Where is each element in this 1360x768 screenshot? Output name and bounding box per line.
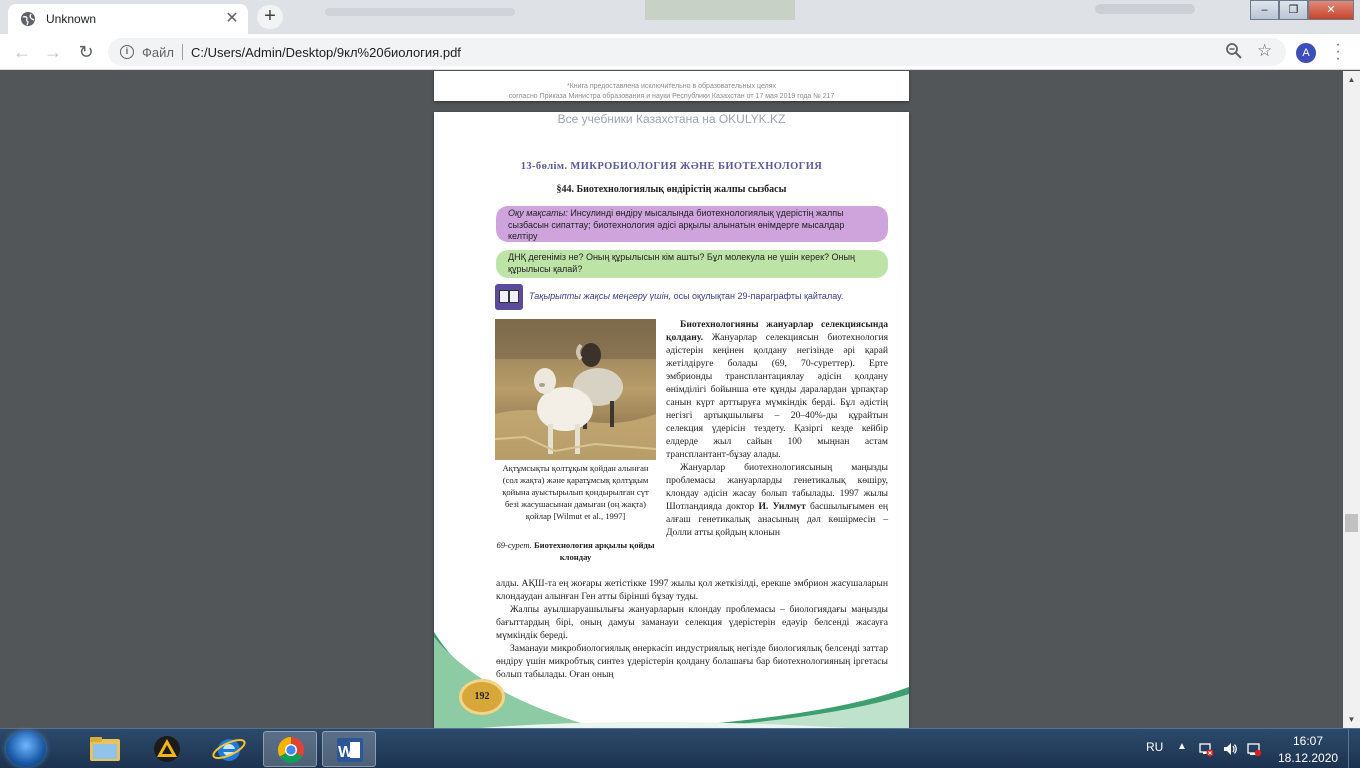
body-text-column: Биотехнологияны жануарлар селекциясында … xyxy=(666,318,888,539)
address-scheme: Файл xyxy=(142,44,174,60)
address-bar[interactable]: i Файл C:/Users/Admin/Desktop/9кл%20биол… xyxy=(108,38,1286,66)
tip-italic: Тақырыпты жақсы меңгеру үшін, xyxy=(529,291,672,301)
scroll-thumb[interactable] xyxy=(1345,514,1358,532)
taskbar-ie[interactable] xyxy=(202,731,256,767)
svg-text:W: W xyxy=(338,744,354,761)
section-title: 13-бөлім. МИКРОБИОЛОГИЯ ЖӘНЕ БИОТЕХНОЛОГ… xyxy=(520,161,823,172)
photo-caption: Ақтұмсықты қолтұқым қойдан алынған (сол … xyxy=(502,463,649,521)
folder-icon xyxy=(90,737,120,761)
previous-page: *Книга предоставлена исключительно в обр… xyxy=(434,71,909,101)
review-tip: Тақырыпты жақсы меңгеру үшін, осы оқулық… xyxy=(529,291,843,301)
taskbar: W RU ▲ 16:07 18.12.2020 xyxy=(0,728,1360,768)
window-controls: – ❐ ✕ xyxy=(1250,0,1354,20)
tab-unknown[interactable]: Unknown ✕ xyxy=(8,4,248,34)
figure-caption: 69-сурет. Биотехнология арқылы қойды кло… xyxy=(495,539,656,563)
paragraph-2-continued: алды. АҚШ-та ең жоғары жетістікке 1997 ж… xyxy=(496,578,888,602)
forward-arrow-icon[interactable]: → xyxy=(43,42,63,62)
new-tab-button[interactable]: + xyxy=(257,5,283,29)
paragraph-2-name: И. Уилмут xyxy=(758,501,806,512)
questions-text: ДНҚ дегеніміз не? Оның құрылысын кім ашт… xyxy=(508,252,855,274)
prev-page-note-1: *Книга предоставлена исключительно в обр… xyxy=(567,83,776,90)
chrome-icon xyxy=(277,736,305,764)
volume-icon[interactable] xyxy=(1222,741,1238,757)
questions-box: ДНҚ дегеніміз не? Оның құрылысын кім ашт… xyxy=(496,250,888,278)
clock-date[interactable]: 18.12.2020 xyxy=(1278,751,1338,765)
maximize-button[interactable]: ❐ xyxy=(1279,0,1308,20)
background-window-blur xyxy=(305,0,1205,30)
taskbar-word[interactable]: W xyxy=(322,731,376,767)
reload-icon[interactable]: ↻ xyxy=(76,42,96,62)
sheep-photo xyxy=(495,319,656,460)
figure-title: Биотехнология арқылы қойды клондау xyxy=(533,540,655,562)
word-icon: W xyxy=(337,738,363,762)
scroll-down-icon[interactable]: ▼ xyxy=(1343,711,1360,728)
paragraph-1: Биотехнологияны жануарлар селекциясында … xyxy=(666,318,888,461)
tab-close-icon[interactable]: ✕ xyxy=(224,11,240,27)
scroll-up-icon[interactable]: ▲ xyxy=(1343,71,1360,88)
globe-icon xyxy=(21,12,35,26)
paragraph-2: Жануарлар биотехнологиясының маңызды про… xyxy=(666,461,888,539)
close-window-button[interactable]: ✕ xyxy=(1308,0,1354,20)
tray-expand-icon[interactable]: ▲ xyxy=(1177,741,1187,752)
zoom-icon[interactable] xyxy=(1225,42,1243,60)
pdf-page: Все учебники Казахстана на OKULYK.KZ 13-… xyxy=(434,112,909,728)
address-separator xyxy=(181,44,183,60)
tab-title: Unknown xyxy=(46,12,97,26)
paragraph-1-text: Жануарлар селекциясын биотехнология әдіс… xyxy=(666,332,888,460)
vertical-scrollbar[interactable]: ▲ ▼ xyxy=(1343,71,1360,728)
goal-label: Оқу мақсаты: xyxy=(508,208,568,218)
page-number-badge: 192 xyxy=(459,679,505,715)
profile-avatar[interactable]: A xyxy=(1296,43,1316,63)
figure-number: 69-сурет. xyxy=(496,540,532,550)
show-desktop-button[interactable] xyxy=(1348,729,1360,768)
action-center-icon[interactable] xyxy=(1246,741,1262,757)
address-url[interactable]: C:/Users/Admin/Desktop/9кл%20биология.pd… xyxy=(191,45,461,60)
page-footer-decoration xyxy=(434,632,909,728)
archiver-icon xyxy=(154,736,180,762)
info-icon[interactable]: i xyxy=(120,45,134,59)
prev-page-note-2: согласно Приказа Министра образования и … xyxy=(508,93,835,100)
bookmark-star-icon[interactable]: ☆ xyxy=(1257,41,1272,61)
back-arrow-icon[interactable]: ← xyxy=(12,42,32,62)
taskbar-chrome[interactable] xyxy=(263,731,317,767)
start-button[interactable] xyxy=(6,731,46,767)
language-indicator[interactable]: RU xyxy=(1146,740,1163,754)
paragraph-title: §44. Биотехнологиялық өндірістің жалпы с… xyxy=(556,184,787,195)
watermark-text: Все учебники Казахстана на OKULYK.KZ xyxy=(557,112,786,126)
taskbar-archiver[interactable] xyxy=(140,731,194,767)
learning-goal-box: Оқу мақсаты: Инсулинді өндіру мысалында … xyxy=(496,206,888,242)
taskbar-explorer[interactable] xyxy=(78,731,132,767)
network-icon[interactable] xyxy=(1198,741,1214,757)
tab-strip: Unknown ✕ + – ❐ ✕ xyxy=(0,0,1360,34)
book-icon xyxy=(495,284,523,310)
minimize-button[interactable]: – xyxy=(1250,0,1279,20)
clock-time[interactable]: 16:07 xyxy=(1280,734,1336,748)
ie-icon xyxy=(212,738,246,761)
tip-text: осы оқулықтан 29-параграфты қайталау. xyxy=(673,291,844,301)
pdf-viewer: *Книга предоставлена исключительно в обр… xyxy=(0,71,1343,728)
menu-dots-icon[interactable]: · · · xyxy=(1330,37,1346,67)
browser-toolbar: ← → ↻ i Файл C:/Users/Admin/Desktop/9кл%… xyxy=(0,34,1360,70)
